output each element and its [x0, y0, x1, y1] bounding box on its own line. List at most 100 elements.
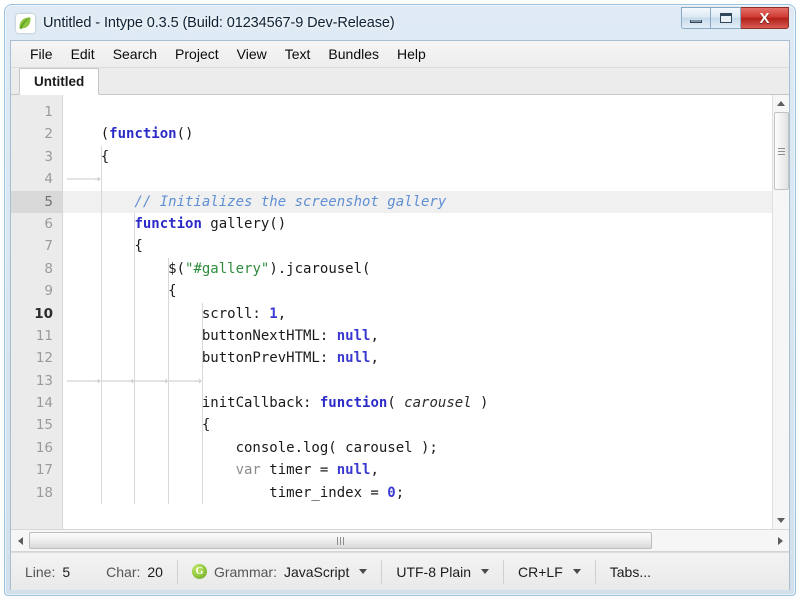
line-ending-selector[interactable]: CR+LF	[504, 553, 595, 590]
code-token: $(	[67, 260, 186, 277]
scroll-up-button[interactable]	[773, 95, 789, 112]
encoding-selector[interactable]: UTF-8 Plain	[382, 553, 503, 590]
desktop-background: Untitled - Intype 0.3.5 (Build: 01234567…	[0, 0, 800, 600]
code-line[interactable]: buttonPrevHTML: null,	[63, 347, 772, 369]
menu-text[interactable]: Text	[276, 43, 320, 65]
horizontal-scroll-track[interactable]	[29, 532, 771, 549]
minimize-button[interactable]	[681, 7, 711, 29]
window-controls: X	[681, 7, 789, 30]
code-token: function	[109, 126, 177, 143]
code-token: 1	[269, 305, 278, 322]
cursor-position: Line: 5 Char: 20	[11, 553, 177, 590]
code-token: ———→———→———→———→	[67, 372, 202, 389]
client-area: File Edit Search Project View Text Bundl…	[10, 40, 790, 590]
line-number: 15	[35, 417, 53, 434]
line-number: 6	[44, 215, 53, 232]
vertical-scrollbar[interactable]	[772, 95, 789, 529]
code-line[interactable]: (function()	[63, 123, 772, 145]
title-bar[interactable]: Untitled - Intype 0.3.5 (Build: 01234567…	[10, 6, 790, 40]
code-token: function	[134, 215, 202, 232]
code-token: {	[67, 417, 211, 434]
code-token: {	[67, 283, 177, 300]
code-line[interactable]: ———→	[63, 168, 772, 190]
code-line[interactable]: scroll: 1,	[63, 303, 772, 325]
code-token: null	[336, 350, 371, 367]
grammar-icon: G	[191, 564, 207, 579]
line-number: 1	[44, 104, 53, 120]
tab-untitled[interactable]: Untitled	[19, 68, 100, 95]
code-token: buttonNextHTML:	[67, 327, 337, 344]
scroll-down-button[interactable]	[773, 512, 789, 529]
code-line[interactable]: ———→———→———→———→	[63, 370, 772, 392]
code-token: null	[336, 462, 371, 479]
code-token: initCallback:	[67, 395, 320, 412]
line-number: 9	[44, 283, 53, 300]
chevron-down-icon	[359, 569, 368, 574]
close-button[interactable]: X	[741, 7, 789, 29]
menu-project[interactable]: Project	[166, 43, 228, 65]
editor-region: 1 2 3 4 5 6 7 8 9 10 11 12 13 14 15 16 17 18 (function() …	[11, 95, 789, 530]
maximize-button[interactable]	[711, 7, 741, 29]
code-token: ).jcarousel(	[269, 260, 371, 277]
code-token: "#gallery"	[185, 260, 270, 277]
code-line[interactable]: // Initializes the screenshot gallery	[63, 190, 772, 213]
line-number: 16	[35, 439, 53, 456]
code-token: function	[319, 395, 388, 412]
code-line[interactable]: timer_index = 0;	[63, 482, 772, 504]
code-token: (	[67, 126, 110, 143]
code-line[interactable]	[63, 101, 772, 123]
minimize-icon	[690, 19, 702, 23]
code-token: buttonPrevHTML:	[67, 350, 337, 367]
line-value: 5	[62, 563, 71, 580]
code-token: carousel	[404, 395, 472, 412]
vertical-scroll-thumb[interactable]	[774, 112, 789, 190]
menu-bundles[interactable]: Bundles	[319, 43, 388, 65]
tab-strip: Untitled	[11, 68, 789, 95]
code-token: ———→	[67, 171, 101, 188]
horizontal-scroll-thumb[interactable]	[29, 532, 653, 549]
code-token: ,	[370, 350, 379, 367]
menu-edit[interactable]: Edit	[62, 43, 104, 65]
chevron-down-icon	[777, 518, 785, 523]
line-ending-value: CR+LF	[518, 563, 563, 580]
chevron-down-icon	[481, 569, 490, 574]
tabs-settings-button[interactable]: Tabs...	[596, 553, 665, 590]
code-line[interactable]: var timer = null,	[63, 459, 772, 481]
code-line[interactable]: console.log( carousel );	[63, 437, 772, 459]
code-line[interactable]: {	[63, 414, 772, 436]
menu-file[interactable]: File	[21, 43, 62, 65]
code-token: ,	[370, 462, 379, 479]
code-line[interactable]: buttonNextHTML: null,	[63, 325, 772, 347]
code-token: var	[235, 462, 261, 479]
code-line[interactable]: initCallback: function( carousel )	[63, 392, 772, 414]
line-number-gutter: 1 2 3 4 5 6 7 8 9 10 11 12 13 14 15 16 17 18	[11, 95, 63, 529]
encoding-value: UTF-8 Plain	[396, 563, 472, 580]
grammar-label: Grammar:	[213, 563, 277, 580]
scroll-left-button[interactable]	[11, 536, 29, 545]
code-line[interactable]: {	[63, 146, 772, 168]
code-token: null	[336, 327, 371, 344]
grammar-selector[interactable]: G Grammar: JavaScript	[178, 553, 381, 590]
chevron-down-icon	[572, 569, 581, 574]
chevron-left-icon	[17, 536, 23, 545]
menu-search[interactable]: Search	[104, 43, 166, 65]
vertical-scroll-track[interactable]	[773, 112, 789, 512]
code-line[interactable]: {	[63, 235, 772, 257]
menu-bar: File Edit Search Project View Text Bundl…	[11, 41, 789, 68]
code-content[interactable]: (function() { ———→ // Initializes the scr…	[63, 95, 772, 529]
scroll-right-button[interactable]	[771, 536, 789, 545]
code-line[interactable]: {	[63, 280, 772, 302]
line-number: 13	[35, 372, 53, 389]
menu-view[interactable]: View	[228, 43, 276, 65]
code-line[interactable]: function gallery()	[63, 213, 772, 235]
horizontal-scrollbar[interactable]	[11, 530, 789, 552]
menu-help[interactable]: Help	[388, 43, 435, 65]
tabs-label: Tabs...	[609, 563, 651, 580]
code-token: console.log( carousel );	[67, 439, 438, 456]
code-token: scroll:	[67, 305, 270, 322]
code-line[interactable]: $("#gallery").jcarousel(	[63, 258, 772, 280]
text-editor[interactable]: 1 2 3 4 5 6 7 8 9 10 11 12 13 14 15 16 17 18 (function() …	[11, 95, 772, 529]
code-token: (	[387, 395, 405, 412]
